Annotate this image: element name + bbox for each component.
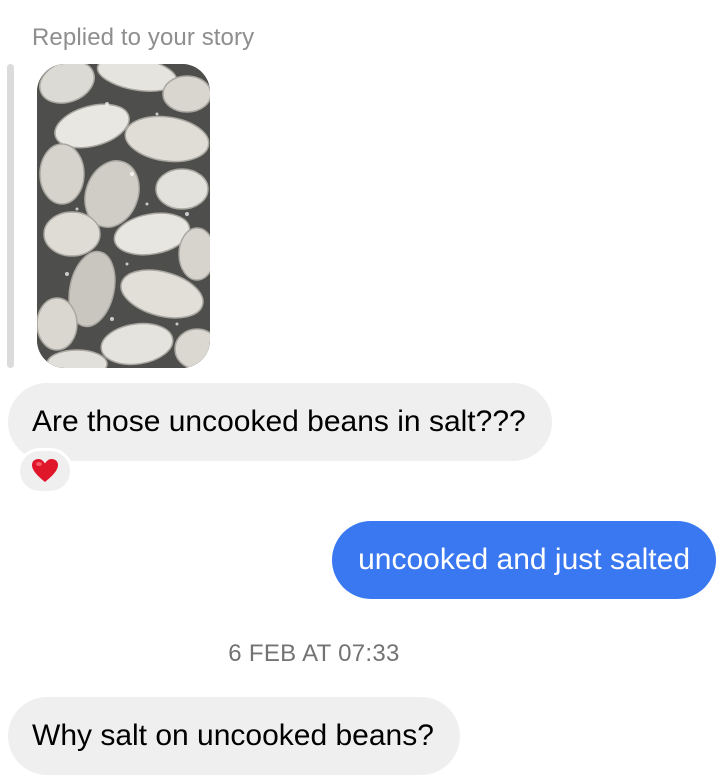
outgoing-message[interactable]: uncooked and just salted (332, 521, 716, 599)
timestamp: 6 FEB AT 07:33 (228, 640, 400, 667)
story-reply-label: Replied to your story (32, 24, 255, 51)
message-text: Are those uncooked beans in salt??? (32, 405, 526, 438)
reaction-badge[interactable] (17, 448, 73, 494)
story-thumbnail[interactable] (37, 64, 210, 368)
heart-icon (32, 459, 58, 482)
incoming-message[interactable]: Are those uncooked beans in salt??? (8, 383, 552, 461)
message-text: uncooked and just salted (358, 543, 690, 576)
message-text: Why salt on uncooked beans? (32, 719, 434, 752)
reply-indicator-bar (7, 64, 14, 368)
beans-photo-icon (37, 64, 210, 368)
incoming-message[interactable]: Why salt on uncooked beans? (8, 697, 460, 775)
